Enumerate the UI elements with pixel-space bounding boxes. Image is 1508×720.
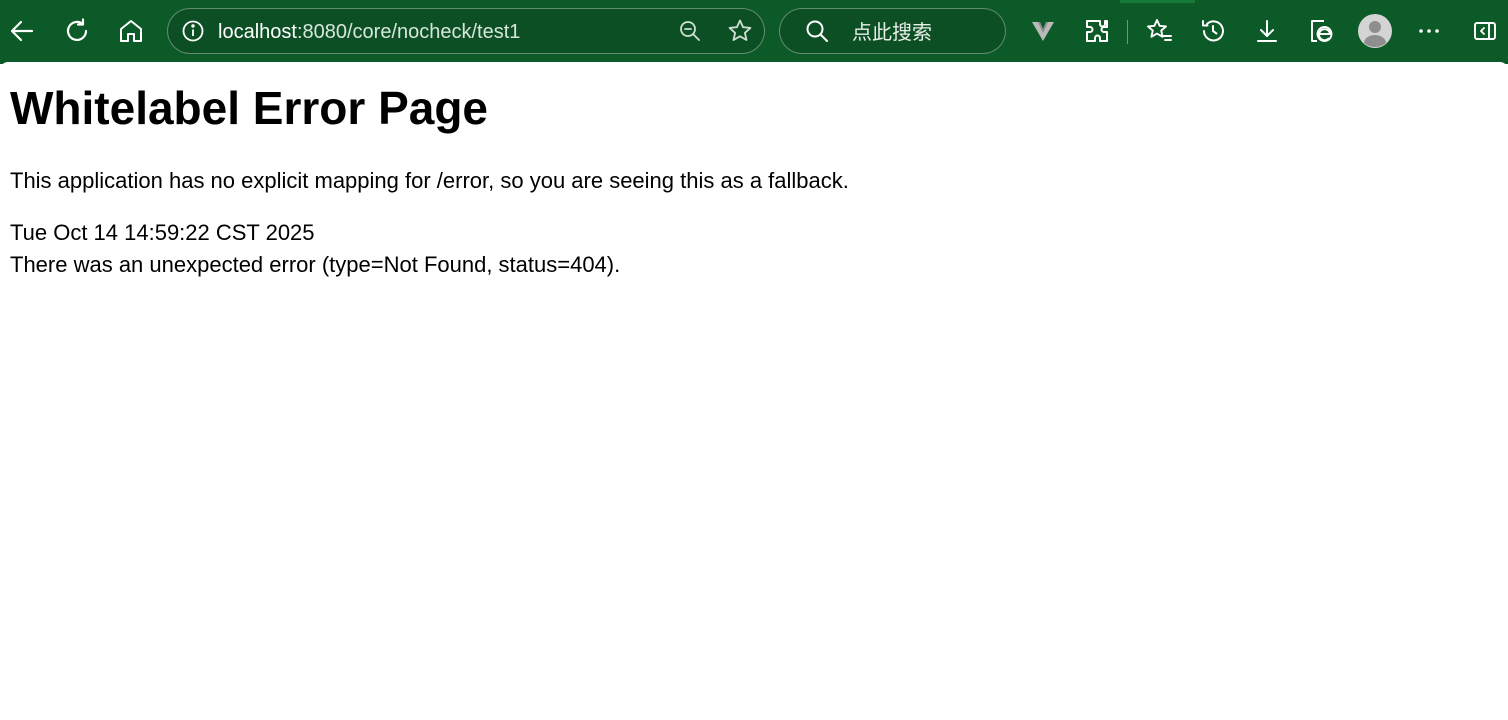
v-extension-icon[interactable]: [1024, 12, 1062, 50]
avatar-icon[interactable]: [1356, 12, 1394, 50]
search-placeholder[interactable]: 点此搜索: [852, 20, 932, 44]
search-box[interactable]: 点此搜索: [779, 8, 1006, 54]
toolbar-divider: [1127, 20, 1128, 44]
url-text[interactable]: localhost:8080/core/nocheck/test1: [218, 20, 520, 44]
page-title: Whitelabel Error Page: [10, 82, 489, 134]
error-description: This application has no explicit mapping…: [10, 168, 849, 193]
search-icon[interactable]: [798, 12, 836, 50]
address-bar[interactable]: localhost:8080/core/nocheck/test1: [167, 8, 765, 54]
puzzle-icon[interactable]: [1078, 12, 1116, 50]
favorites-icon[interactable]: [1140, 12, 1178, 50]
back-arrow-icon[interactable]: [3, 12, 41, 50]
history-icon[interactable]: [1194, 12, 1232, 50]
browser-toolbar: localhost:8080/core/nocheck/test1 点此搜索: [0, 0, 1508, 64]
error-message: There was an unexpected error (type=Not …: [10, 252, 621, 277]
error-timestamp: Tue Oct 14 14:59:22 CST 2025: [10, 220, 315, 245]
info-icon[interactable]: [174, 12, 212, 50]
home-icon[interactable]: [112, 12, 150, 50]
more-icon[interactable]: [1410, 12, 1448, 50]
refresh-icon[interactable]: [58, 12, 96, 50]
page-content: Whitelabel Error Page This application h…: [0, 62, 1508, 720]
star-icon[interactable]: [721, 12, 759, 50]
url-path: :8080/core/nocheck/test1: [296, 21, 521, 43]
tab-indicator: [1120, 0, 1195, 3]
download-icon[interactable]: [1248, 12, 1286, 50]
ie-mode-icon[interactable]: [1302, 12, 1340, 50]
sidebar-toggle-icon[interactable]: [1466, 12, 1504, 50]
url-host: localhost: [218, 21, 297, 43]
zoom-out-icon[interactable]: [671, 12, 709, 50]
error-details: Tue Oct 14 14:59:22 CST 2025 There was a…: [10, 217, 620, 281]
